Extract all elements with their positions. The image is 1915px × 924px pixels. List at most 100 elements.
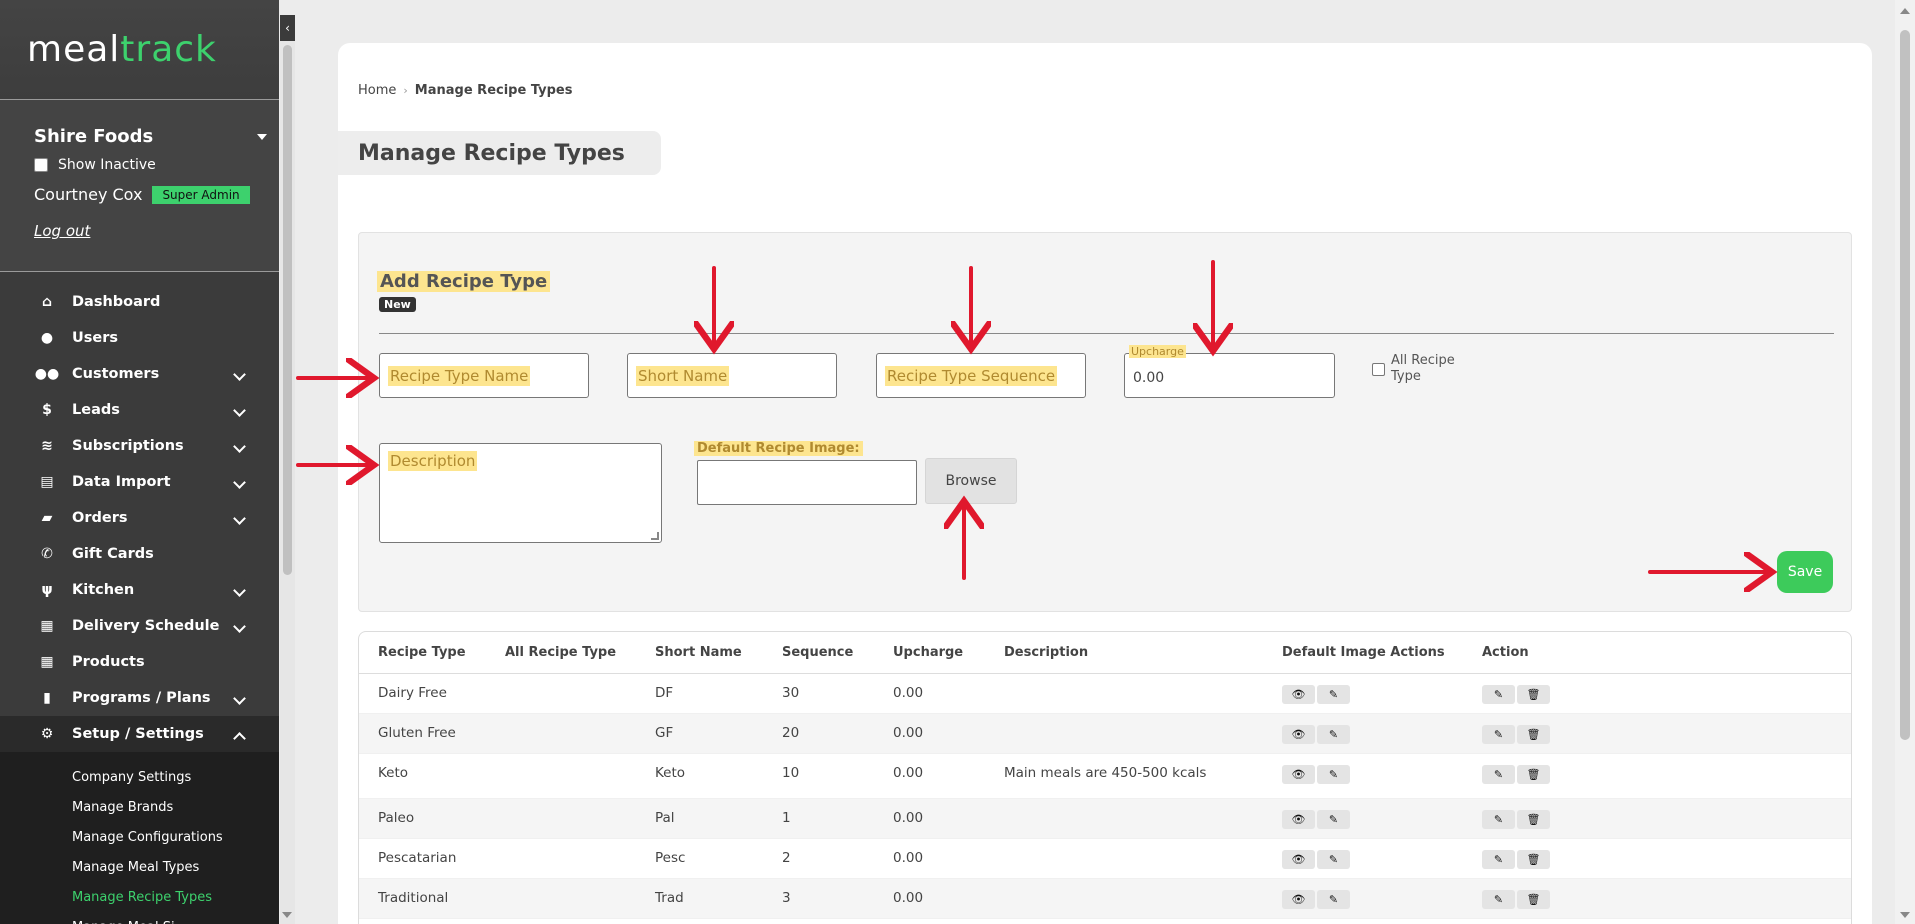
- sidebar-item-users[interactable]: ● Users: [0, 320, 279, 356]
- sidebar-item-products[interactable]: ▦ Products: [0, 644, 279, 680]
- chevron-down-icon[interactable]: [233, 476, 246, 489]
- row-actions: ✎ 🗑: [1482, 765, 1550, 784]
- image-file-input[interactable]: [697, 460, 917, 505]
- eye-icon[interactable]: 👁: [1282, 685, 1315, 704]
- pencil-icon[interactable]: ✎: [1317, 810, 1350, 829]
- pencil-icon[interactable]: ✎: [1317, 850, 1350, 869]
- collapse-sidebar-icon[interactable]: ‹: [280, 15, 295, 41]
- description-placeholder: Description: [388, 451, 478, 471]
- trash-icon[interactable]: 🗑: [1517, 685, 1550, 704]
- chevron-down-icon[interactable]: [233, 620, 246, 633]
- sidebar-item-gift-cards[interactable]: ✆ Gift Cards: [0, 536, 279, 572]
- column-header[interactable]: Sequence: [782, 645, 853, 660]
- column-header[interactable]: Short Name: [655, 645, 742, 660]
- chevron-down-icon[interactable]: [233, 692, 246, 705]
- chevron-down-icon[interactable]: [233, 584, 246, 597]
- image-actions: 👁 ✎: [1282, 810, 1350, 829]
- sidebar-item-subscriptions[interactable]: ≋ Subscriptions: [0, 428, 279, 464]
- trash-icon[interactable]: 🗑: [1517, 890, 1550, 909]
- sidebar-item-kitchen[interactable]: ψ Kitchen: [0, 572, 279, 608]
- pencil-icon[interactable]: ✎: [1482, 810, 1515, 829]
- upcharge-input[interactable]: Upcharge 0.00: [1124, 345, 1335, 398]
- table-row: Keto Keto 10 0.00 Main meals are 450-500 kca…: [359, 754, 1851, 799]
- sequence-placeholder: Recipe Type Sequence: [885, 365, 1058, 386]
- recipe-type-sequence-input[interactable]: Recipe Type Sequence: [876, 353, 1086, 398]
- sidebar-item-dashboard[interactable]: ⌂ Dashboard: [0, 284, 279, 320]
- trash-icon[interactable]: 🗑: [1517, 765, 1550, 784]
- column-header[interactable]: Description: [1004, 645, 1088, 660]
- eye-icon[interactable]: 👁: [1282, 725, 1315, 744]
- chevron-down-icon[interactable]: [233, 512, 246, 525]
- table-cell: 2: [782, 850, 791, 866]
- eye-icon[interactable]: 👁: [1282, 765, 1315, 784]
- company-selector[interactable]: Shire Foods: [34, 126, 269, 147]
- subnav-item[interactable]: Manage Configurations: [0, 822, 279, 852]
- trash-icon[interactable]: 🗑: [1517, 850, 1550, 869]
- trash-icon[interactable]: 🗑: [1517, 810, 1550, 829]
- description-textarea[interactable]: Description: [379, 443, 662, 543]
- short-name-input[interactable]: Short Name: [627, 353, 837, 398]
- subnav-item[interactable]: Manage Brands: [0, 792, 279, 822]
- pencil-icon[interactable]: ✎: [1317, 765, 1350, 784]
- table-cell: Dairy Free: [378, 685, 447, 701]
- chevron-up-icon[interactable]: [233, 732, 246, 745]
- scroll-down-icon[interactable]: [282, 912, 292, 918]
- breadcrumb-home[interactable]: Home: [358, 83, 396, 98]
- column-header[interactable]: Upcharge: [893, 645, 963, 660]
- main-scrollbar[interactable]: [1895, 0, 1915, 924]
- sidebar-item-delivery-schedule[interactable]: ▦ Delivery Schedule: [0, 608, 279, 644]
- subnav-item[interactable]: Manage Meal Si...: [0, 912, 279, 924]
- column-header[interactable]: Recipe Type: [378, 645, 466, 660]
- sidebar-item-setup-settings[interactable]: ⚙ Setup / Settings: [0, 716, 279, 752]
- chevron-down-icon[interactable]: [233, 440, 246, 453]
- chevron-down-icon[interactable]: [233, 368, 246, 381]
- browse-button[interactable]: Browse: [925, 458, 1017, 504]
- logout-link[interactable]: Log out: [34, 222, 90, 240]
- sidebar-scroll-thumb[interactable]: [283, 45, 292, 575]
- eye-icon[interactable]: 👁: [1282, 890, 1315, 909]
- column-header[interactable]: Default Image Actions: [1282, 645, 1445, 660]
- sidebar-item-programs-plans[interactable]: ▮ Programs / Plans: [0, 680, 279, 716]
- sidebar-item-label: Products: [72, 654, 145, 670]
- recipe-type-name-input[interactable]: Recipe Type Name: [379, 353, 589, 398]
- breadcrumb-separator-icon: ›: [403, 84, 408, 97]
- subnav-item[interactable]: Company Settings: [0, 762, 279, 792]
- caret-down-icon[interactable]: [257, 134, 267, 140]
- subnav-item[interactable]: Manage Recipe Types: [0, 882, 279, 912]
- sidebar-item-customers[interactable]: ●● Customers: [0, 356, 279, 392]
- pencil-icon[interactable]: ✎: [1317, 890, 1350, 909]
- sidebar-item-data-import[interactable]: ▤ Data Import: [0, 464, 279, 500]
- recipe-type-name-placeholder: Recipe Type Name: [388, 365, 531, 386]
- pencil-icon[interactable]: ✎: [1482, 685, 1515, 704]
- table-body: Dairy Free DF 30 0.00 👁 ✎ ✎ 🗑 Gluten Free GF 20 0.0…: [359, 674, 1851, 919]
- main-scroll-thumb[interactable]: [1900, 30, 1910, 740]
- save-button[interactable]: Save: [1777, 551, 1833, 593]
- table-cell: Trad: [655, 890, 684, 906]
- sidebar-item-orders[interactable]: ▰ Orders: [0, 500, 279, 536]
- user-name: Courtney Cox: [34, 185, 143, 204]
- logo[interactable]: mealtrack: [27, 29, 217, 70]
- row-actions: ✎ 🗑: [1482, 685, 1550, 704]
- scroll-up-icon[interactable]: [1900, 8, 1910, 14]
- show-inactive-checkbox[interactable]: [34, 158, 48, 172]
- sidebar-scrollbar[interactable]: ‹: [280, 15, 295, 924]
- eye-icon[interactable]: 👁: [1282, 810, 1315, 829]
- pencil-icon[interactable]: ✎: [1482, 850, 1515, 869]
- column-header[interactable]: All Recipe Type: [505, 645, 616, 660]
- pencil-icon[interactable]: ✎: [1482, 725, 1515, 744]
- pencil-icon[interactable]: ✎: [1482, 765, 1515, 784]
- column-header[interactable]: Action: [1482, 645, 1529, 660]
- resize-grip-icon[interactable]: [651, 532, 659, 540]
- user-row: Courtney Cox Super Admin: [34, 185, 269, 204]
- pencil-icon[interactable]: ✎: [1482, 890, 1515, 909]
- subnav-item[interactable]: Manage Meal Types: [0, 852, 279, 882]
- sidebar-item-leads[interactable]: $ Leads: [0, 392, 279, 428]
- pencil-icon[interactable]: ✎: [1317, 685, 1350, 704]
- table-cell: 0.00: [893, 810, 924, 826]
- pencil-icon[interactable]: ✎: [1317, 725, 1350, 744]
- chevron-down-icon[interactable]: [233, 404, 246, 417]
- trash-icon[interactable]: 🗑: [1517, 725, 1550, 744]
- eye-icon[interactable]: 👁: [1282, 850, 1315, 869]
- scroll-down-icon[interactable]: [1900, 912, 1910, 918]
- all-recipe-type-checkbox[interactable]: [1372, 363, 1385, 376]
